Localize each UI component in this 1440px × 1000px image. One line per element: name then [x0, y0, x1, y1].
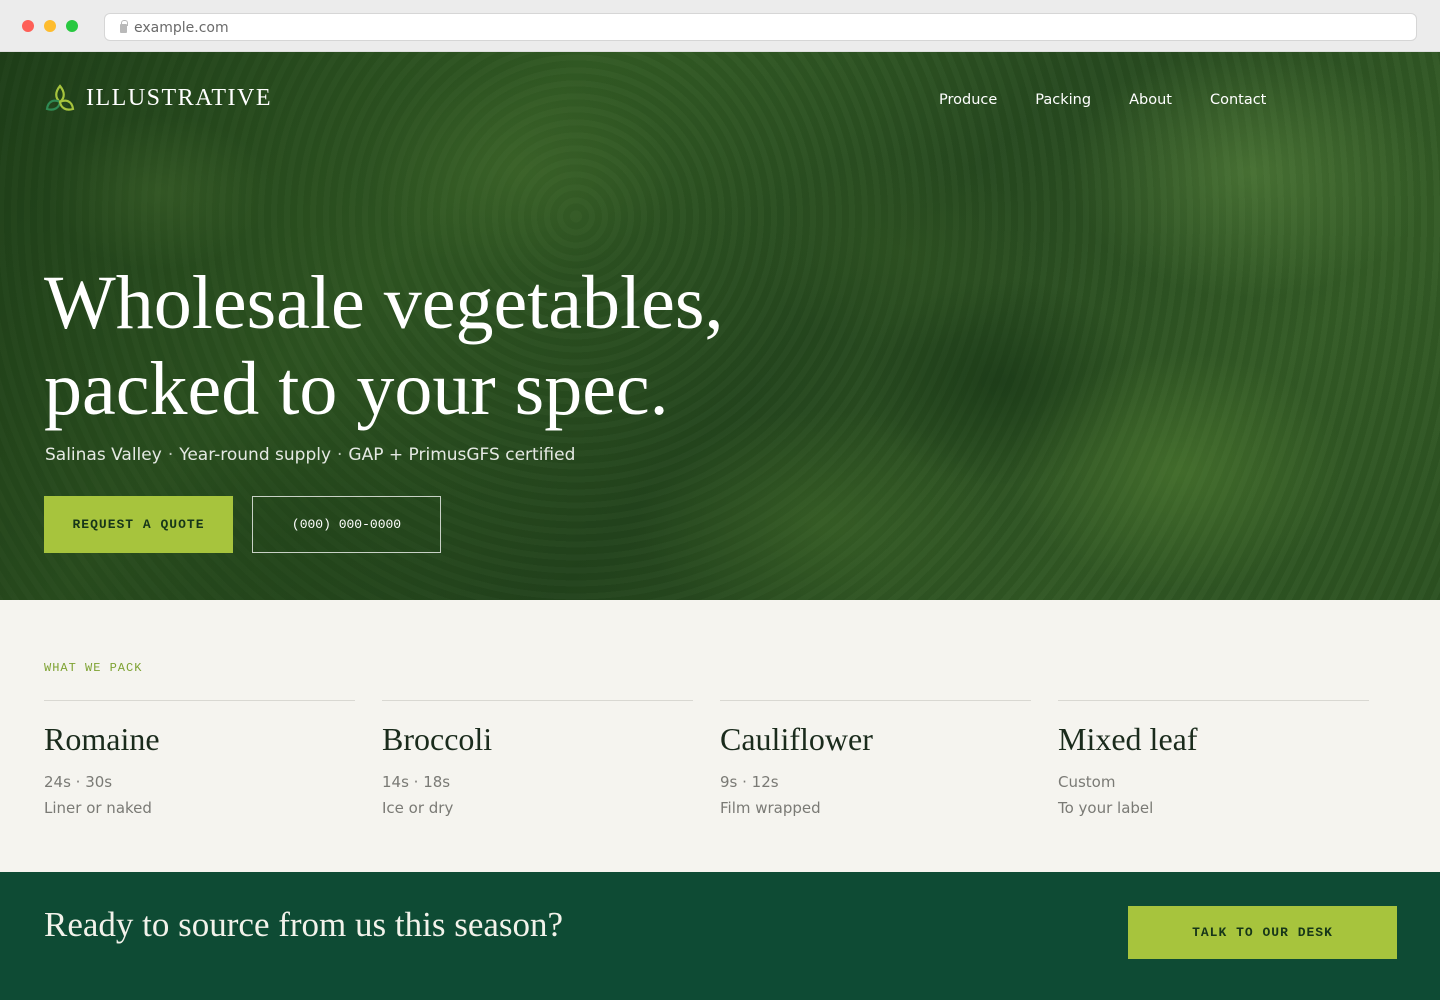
- url-text: example.com: [134, 20, 229, 36]
- hero-headline-line2: packed to your spec.: [44, 347, 669, 431]
- product-name: Cauliflower: [720, 721, 873, 757]
- product-sizes: Custom: [1058, 773, 1116, 791]
- nav-contact[interactable]: Contact: [1210, 92, 1266, 108]
- address-bar[interactable]: example.com: [104, 13, 1417, 41]
- product-packing: Ice or dry: [382, 799, 454, 817]
- cta-headline: Ready to source from us this season?: [44, 905, 564, 944]
- hero-subline: Salinas Valley · Year-round supply · GAP + P…: [45, 445, 575, 465]
- hero-section: ILLUSTRATIVE Produce Packing About Conta…: [0, 52, 1440, 600]
- product-packing: Film wrapped: [720, 799, 821, 817]
- product-name: Mixed leaf: [1058, 721, 1198, 757]
- hero-sub-location: Salinas Valley: [45, 445, 162, 465]
- request-quote-button[interactable]: REQUEST A QUOTE: [44, 496, 233, 553]
- lock-icon: [120, 20, 128, 33]
- cta-band: Ready to source from us this season? TAL…: [0, 872, 1440, 1000]
- logo-link[interactable]: ILLUSTRATIVE: [44, 82, 272, 114]
- product-sizes: 24s · 30s: [44, 773, 113, 791]
- product-card-cauliflower: Cauliflower 9s · 12s Film wrapped: [720, 700, 1031, 821]
- hero-headline-line1: Wholesale vegetables,: [44, 261, 724, 345]
- product-packing: To your label: [1058, 799, 1154, 817]
- nav-about[interactable]: About: [1129, 92, 1172, 108]
- product-name: Romaine: [44, 721, 160, 757]
- product-packing: Liner or naked: [44, 799, 152, 817]
- maximize-window-button[interactable]: [66, 20, 78, 32]
- product-card-broccoli: Broccoli 14s · 18s Ice or dry: [382, 700, 693, 821]
- hero-sub-certification: GAP + PrimusGFS certified: [348, 445, 576, 465]
- leaf-trefoil-icon: [45, 84, 75, 111]
- talk-to-desk-button[interactable]: TALK TO OUR DESK: [1128, 906, 1397, 959]
- section-eyebrow: WHAT WE PACK: [44, 661, 143, 675]
- product-sizes: 9s · 12s: [720, 773, 779, 791]
- nav-packing[interactable]: Packing: [1035, 92, 1091, 108]
- main-nav: Produce Packing About Contact: [939, 92, 1304, 108]
- phone-button[interactable]: (000) 000-0000: [252, 496, 441, 553]
- browser-toolbar: example.com: [0, 0, 1440, 52]
- minimize-window-button[interactable]: [44, 20, 56, 32]
- product-card-romaine: Romaine 24s · 30s Liner or naked: [44, 700, 355, 821]
- hero-headline: Wholesale vegetables, packed to your spe…: [44, 260, 723, 432]
- separator: ·: [337, 445, 343, 465]
- close-window-button[interactable]: [22, 20, 34, 32]
- product-card-mixed-leaf: Mixed leaf Custom To your label: [1058, 700, 1369, 821]
- nav-produce[interactable]: Produce: [939, 92, 997, 108]
- hero-sub-supply: Year-round supply: [179, 445, 332, 465]
- logo-wordmark: ILLUSTRATIVE: [86, 84, 272, 111]
- separator: ·: [167, 445, 174, 465]
- products-section: WHAT WE PACK Romaine 24s · 30s Liner or …: [0, 600, 1440, 872]
- product-name: Broccoli: [382, 721, 493, 757]
- product-sizes: 14s · 18s: [382, 773, 451, 791]
